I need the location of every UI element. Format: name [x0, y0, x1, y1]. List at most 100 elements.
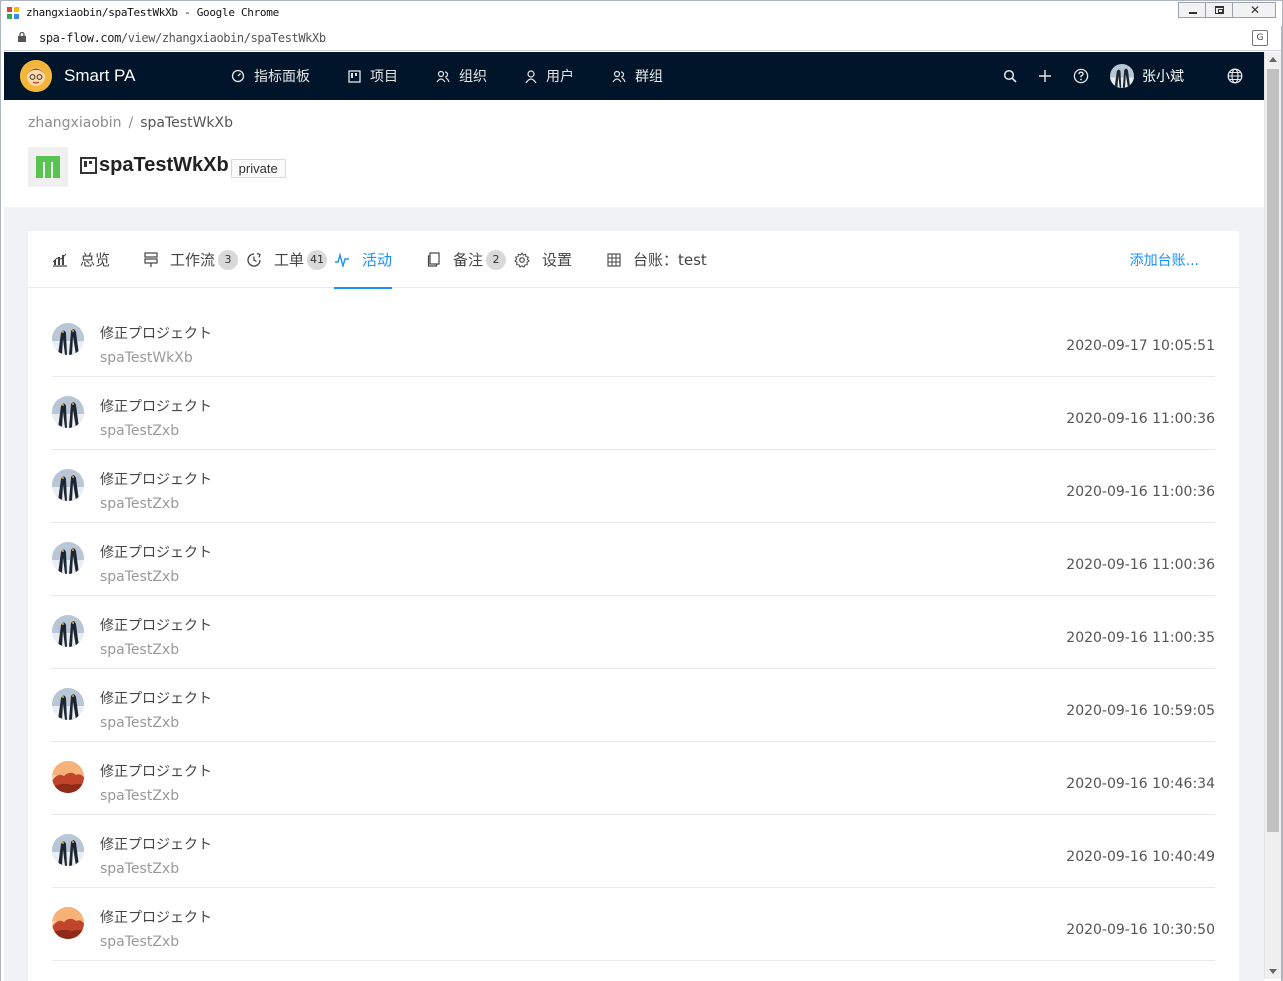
- activity-action: 修正プロジェクト: [100, 910, 212, 926]
- tab-overview[interactable]: 总览: [52, 231, 110, 288]
- activity-timestamp: 2020-09-16 11:00:35: [1066, 630, 1215, 646]
- group-icon: [612, 70, 626, 82]
- bar-chart-icon: [52, 253, 67, 267]
- avatar[interactable]: [52, 323, 84, 355]
- activity-timestamp: 2020-09-16 10:59:05: [1066, 703, 1215, 719]
- page-header: zhangxiaobin / spaTestWkXb spaTestWkXb pri…: [4, 101, 1264, 207]
- list-item[interactable]: 修正プロジェクト spaTestZxb 2020-09-16 10:59:05: [52, 669, 1215, 742]
- activity-target[interactable]: spaTestWkXb: [100, 350, 193, 366]
- url-text[interactable]: spa-flow.com/view/zhangxiaobin/spaTestWk…: [39, 31, 326, 45]
- activity-target[interactable]: spaTestZxb: [100, 496, 179, 512]
- lock-icon: [18, 32, 26, 42]
- project-name: spaTestWkXb: [99, 154, 229, 176]
- tab-label: 总览: [80, 251, 111, 269]
- avatar[interactable]: [52, 907, 84, 939]
- avatar[interactable]: [52, 469, 84, 501]
- activity-icon: [335, 252, 349, 267]
- project-board-icon: [80, 157, 97, 174]
- language-button[interactable]: [1227, 68, 1243, 84]
- tab-activity[interactable]: 活动: [334, 231, 393, 289]
- team-icon: [436, 70, 450, 82]
- address-bar[interactable]: spa-flow.com/view/zhangxiaobin/spaTestWk…: [0, 26, 1283, 51]
- avatar[interactable]: [52, 761, 84, 793]
- nav-right-actions: 张小斌: [1003, 52, 1264, 100]
- desert-avatar-icon: [52, 907, 84, 939]
- list-item[interactable]: 修正プロジェクト spaTestZxb 2020-09-16 10:30:50: [52, 888, 1215, 961]
- activity-target[interactable]: spaTestZxb: [100, 569, 179, 585]
- menu-item-dashboard[interactable]: 指标面板: [231, 52, 310, 100]
- project-icon: [348, 69, 361, 83]
- user-menu[interactable]: 张小斌: [1110, 64, 1206, 88]
- tab-notes[interactable]: 备注 2: [427, 231, 507, 288]
- tab-label: 台账：test: [633, 251, 707, 269]
- help-button[interactable]: [1073, 68, 1089, 84]
- tab-settings[interactable]: 设置: [514, 231, 572, 288]
- tab-label: 工作流: [170, 251, 216, 269]
- list-item[interactable]: 修正プロジェクト spaTestZxb 2020-09-16 11:00:35: [52, 596, 1215, 669]
- list-item[interactable]: 修正プロジェクト spaTestWkXb 2020-09-17 10:05:51: [52, 304, 1215, 377]
- penguin-avatar-icon: [1110, 64, 1134, 88]
- window-title: zhangxiaobin/spaTestWkXb - Google Chrome: [26, 6, 279, 19]
- add-ledger-link[interactable]: 添加台账...: [1130, 250, 1199, 270]
- penguin-avatar-icon: [52, 688, 84, 720]
- note-icon: [427, 252, 440, 267]
- scroll-up-arrow-icon[interactable]: [1269, 57, 1277, 62]
- activity-action: 修正プロジェクト: [100, 691, 212, 707]
- activity-timestamp: 2020-09-17 10:05:51: [1066, 338, 1215, 354]
- breadcrumb-owner-link[interactable]: zhangxiaobin: [28, 115, 122, 131]
- minimize-button[interactable]: [1178, 2, 1206, 18]
- list-item[interactable]: 修正プロジェクト spaTestZxb 2020-09-16 11:00:36: [52, 450, 1215, 523]
- activity-target[interactable]: spaTestZxb: [100, 642, 179, 658]
- menu-item-groups[interactable]: 群组: [612, 52, 663, 100]
- add-button[interactable]: [1038, 69, 1052, 83]
- activity-target[interactable]: spaTestZxb: [100, 715, 179, 731]
- page-scrollbar[interactable]: [1264, 52, 1281, 979]
- menu-item-organizations[interactable]: 组织: [436, 52, 487, 100]
- avatar[interactable]: [52, 615, 84, 647]
- search-button[interactable]: [1003, 69, 1017, 83]
- activity-action: 修正プロジェクト: [100, 618, 212, 634]
- avatar[interactable]: [52, 688, 84, 720]
- scrollbar-thumb[interactable]: [1267, 69, 1279, 832]
- activity-target[interactable]: spaTestZxb: [100, 788, 179, 804]
- activity-action: 修正プロジェクト: [100, 837, 212, 853]
- project-logo: [28, 147, 68, 187]
- top-nav: Smart PA 指标面板 项目 组织 用户 群组 张小斌: [4, 52, 1264, 100]
- username: 张小斌: [1142, 69, 1184, 85]
- breadcrumb-project: spaTestWkXb: [140, 115, 234, 131]
- project-identicon-icon: [28, 147, 68, 187]
- list-item[interactable]: 修正プロジェクト spaTestZxb 2020-09-16 10:40:49: [52, 815, 1215, 888]
- scroll-down-arrow-icon[interactable]: [1269, 969, 1277, 974]
- menu-item-users[interactable]: 用户: [525, 52, 574, 100]
- avatar[interactable]: [52, 834, 84, 866]
- list-item[interactable]: 修正プロジェクト spaTestZxb 2020-09-16 11:00:36: [52, 377, 1215, 450]
- tab-ledger-test[interactable]: 台账：test: [607, 231, 707, 288]
- activity-action: 修正プロジェクト: [100, 399, 212, 415]
- logo-avatar-icon: [20, 60, 52, 92]
- tab-label: 设置: [542, 251, 573, 269]
- menu-item-projects[interactable]: 项目: [348, 52, 398, 100]
- list-item[interactable]: 修正プロジェクト spaTestZxb 2020-09-16 10:46:34: [52, 742, 1215, 815]
- ticket-count-badge: 41: [307, 249, 328, 270]
- project-title: spaTestWkXb private: [80, 153, 286, 178]
- activity-target[interactable]: spaTestZxb: [100, 861, 179, 877]
- translate-icon[interactable]: G: [1252, 30, 1268, 46]
- activity-timestamp: 2020-09-16 10:40:49: [1066, 849, 1215, 865]
- close-window-button[interactable]: ✕: [1232, 2, 1276, 18]
- tab-workflow[interactable]: 工作流 3: [144, 231, 239, 288]
- activity-target[interactable]: spaTestZxb: [100, 423, 179, 439]
- list-item[interactable]: 修正プロジェクト spaTestZxb 2020-09-16 11:00:36: [52, 523, 1215, 596]
- avatar[interactable]: [52, 542, 84, 574]
- tab-label: 工单: [274, 251, 305, 269]
- activity-timestamp: 2020-09-16 11:00:36: [1066, 484, 1215, 500]
- workflow-count-badge: 3: [218, 249, 239, 270]
- avatar[interactable]: [52, 396, 84, 428]
- main-menu: 指标面板 项目 组织 用户 群组: [231, 52, 701, 100]
- maximize-button[interactable]: [1205, 2, 1233, 18]
- tab-tickets[interactable]: 工单 41: [246, 231, 328, 288]
- activity-target[interactable]: spaTestZxb: [100, 934, 179, 950]
- brand-name[interactable]: Smart PA: [64, 66, 135, 86]
- brand-logo[interactable]: [20, 60, 52, 92]
- menu-label: 指标面板: [254, 69, 310, 85]
- activity-timestamp: 2020-09-16 10:46:34: [1066, 776, 1215, 792]
